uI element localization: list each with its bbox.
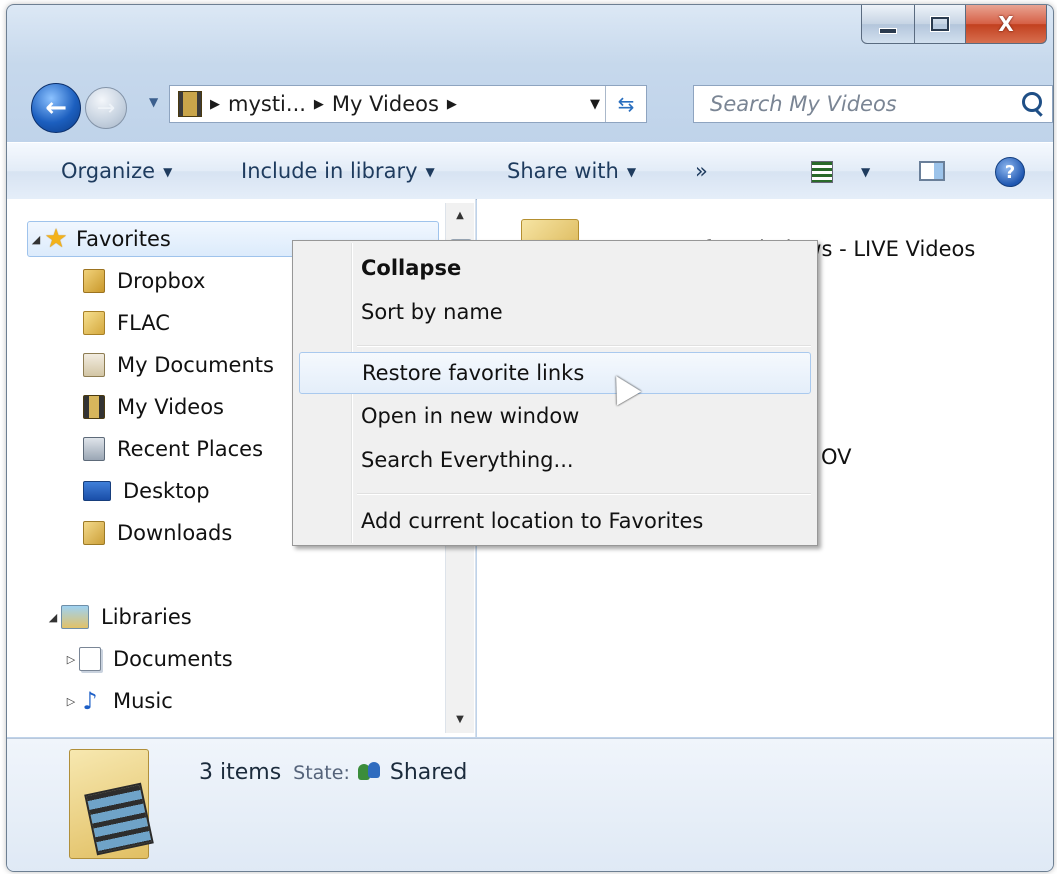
menu-item-add-current-location[interactable]: Add current location to Favorites <box>299 500 811 542</box>
expand-arrow-icon[interactable]: ▷ <box>63 653 79 666</box>
share-with-button[interactable]: Share with ▼ <box>507 159 636 183</box>
video-folder-icon <box>83 395 105 419</box>
tree-item-label: FLAC <box>117 311 170 335</box>
caption-buttons: X <box>861 5 1047 45</box>
dropbox-folder-icon <box>83 269 105 293</box>
tree-item-label: Music <box>113 689 173 713</box>
menu-item-search-everything[interactable]: Search Everything... <box>299 439 811 481</box>
back-arrow-icon: ← <box>45 93 67 123</box>
breadcrumb-my-videos[interactable]: My Videos <box>332 92 439 116</box>
include-in-library-label: Include in library <box>241 159 418 183</box>
star-icon: ★ <box>44 224 68 254</box>
search-input[interactable]: Search My Videos <box>693 85 1053 123</box>
film-strip-icon <box>84 782 154 856</box>
state-label: State: <box>293 762 350 784</box>
share-with-label: Share with <box>507 159 619 183</box>
details-summary: 3 items State: Shared <box>199 759 467 785</box>
libraries-icon <box>61 605 89 629</box>
context-menu: Collapse Sort by name Restore favorite l… <box>292 240 818 546</box>
change-view-icon[interactable] <box>811 161 833 183</box>
state-value: Shared <box>389 760 468 785</box>
tree-item-label: My Documents <box>117 353 274 377</box>
tree-item-label: Downloads <box>117 521 233 545</box>
maximize-icon <box>931 17 949 31</box>
more-commands-button[interactable]: » <box>695 159 708 183</box>
breadcrumb-arrow-icon[interactable]: ▶ <box>447 97 457 112</box>
breadcrumb-arrow-icon[interactable]: ▶ <box>210 97 220 112</box>
preview-pane-icon[interactable] <box>919 161 945 181</box>
desktop-icon <box>83 481 111 501</box>
chevron-down-icon: ▼ <box>163 165 173 179</box>
address-dropdown-icon[interactable]: ▼ <box>590 97 600 112</box>
close-icon: X <box>998 12 1014 36</box>
menu-item-collapse[interactable]: Collapse <box>299 247 811 289</box>
view-options-dropdown[interactable]: ▼ <box>853 159 870 183</box>
video-folder-icon <box>178 91 202 117</box>
menu-item-open-in-new-window[interactable]: Open in new window <box>299 395 811 437</box>
forward-button[interactable]: → <box>85 87 127 129</box>
tree-item-label: Documents <box>113 647 233 671</box>
recent-pages-dropdown[interactable]: ▼ <box>149 95 158 109</box>
refresh-icon: ⇆ <box>617 92 635 116</box>
details-pane: 3 items State: Shared <box>7 738 1053 871</box>
menu-item-restore-favorite-links[interactable]: Restore favorite links <box>299 352 811 394</box>
tree-item-label: My Videos <box>117 395 224 419</box>
collapse-arrow-icon[interactable]: ◢ <box>45 611 61 624</box>
forward-arrow-icon: → <box>96 95 116 121</box>
favorites-label: Favorites <box>76 227 171 251</box>
tree-item-recent-places[interactable]: Recent Places <box>83 431 263 467</box>
tree-item-my-documents[interactable]: My Documents <box>83 347 274 383</box>
folder-icon <box>83 311 105 335</box>
address-bar[interactable]: ▶ mysti... ▶ My Videos ▶ ▼ ⇆ <box>169 85 647 123</box>
breadcrumb-mysti[interactable]: mysti... <box>228 92 306 116</box>
folder-thumbnail <box>69 749 154 859</box>
organize-button[interactable]: Organize ▼ <box>61 159 172 183</box>
shared-users-icon <box>357 762 382 782</box>
tree-item-downloads[interactable]: Downloads <box>83 515 232 551</box>
downloads-folder-icon <box>83 521 105 545</box>
recent-places-icon <box>83 437 105 461</box>
search-icon[interactable] <box>1022 92 1042 112</box>
tree-item-music[interactable]: ▷ ♪ Music <box>63 683 173 719</box>
tree-item-desktop[interactable]: Desktop <box>83 473 210 509</box>
libraries-label: Libraries <box>101 605 192 629</box>
help-icon[interactable]: ? <box>995 157 1025 187</box>
close-button[interactable]: X <box>966 5 1047 44</box>
menu-separator <box>357 345 811 347</box>
maximize-button[interactable] <box>915 5 966 44</box>
expand-arrow-icon[interactable]: ▷ <box>63 695 79 708</box>
music-icon: ♪ <box>82 687 98 715</box>
documents-library-icon <box>79 647 101 671</box>
navigation-bar: ← → ▼ ▶ mysti... ▶ My Videos ▶ ▼ ⇆ Searc… <box>29 81 1053 133</box>
search-placeholder: Search My Videos <box>710 92 897 116</box>
chevron-down-icon: ▼ <box>626 165 637 179</box>
tree-item-my-videos[interactable]: My Videos <box>83 389 224 425</box>
refresh-button[interactable]: ⇆ <box>605 86 646 122</box>
collapse-arrow-icon[interactable]: ◢ <box>28 233 44 246</box>
tree-item-documents[interactable]: ▷ Documents <box>63 641 233 677</box>
tree-item-dropbox[interactable]: Dropbox <box>83 263 205 299</box>
minimize-button[interactable] <box>861 5 915 44</box>
tree-item-libraries[interactable]: ◢ Libraries <box>45 599 192 635</box>
item-count: 3 items <box>199 760 282 785</box>
minimize-icon <box>879 28 897 34</box>
list-item[interactable]: OV <box>821 445 852 469</box>
breadcrumb-arrow-icon[interactable]: ▶ <box>314 97 324 112</box>
back-button[interactable]: ← <box>31 83 81 133</box>
tree-item-label: Recent Places <box>117 437 264 461</box>
chevron-down-icon: ▼ <box>861 165 871 179</box>
scroll-up-icon[interactable]: ▲ <box>446 203 474 229</box>
tree-item-flac[interactable]: FLAC <box>83 305 170 341</box>
scroll-down-icon[interactable]: ▼ <box>446 707 474 733</box>
tree-item-label: Dropbox <box>117 269 206 293</box>
chevron-down-icon: ▼ <box>425 165 435 179</box>
documents-folder-icon <box>83 353 105 377</box>
menu-item-sort-by-name[interactable]: Sort by name <box>299 291 811 333</box>
organize-label: Organize <box>61 159 156 183</box>
tree-item-label: Desktop <box>123 479 210 503</box>
command-bar: Organize ▼ Include in library ▼ Share with… <box>7 142 1053 200</box>
menu-separator <box>357 493 811 495</box>
include-in-library-button[interactable]: Include in library ▼ <box>241 159 435 183</box>
